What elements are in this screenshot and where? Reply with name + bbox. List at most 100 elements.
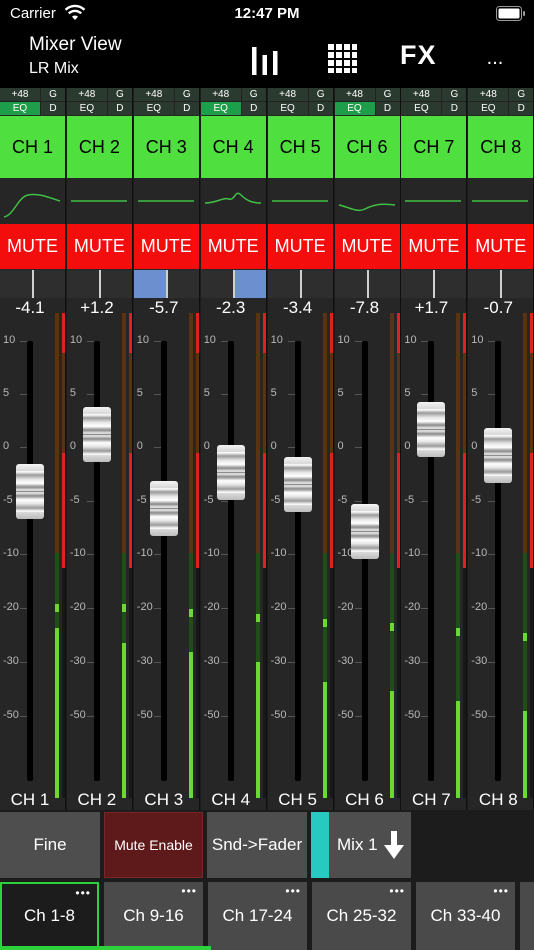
bank-tab-3[interactable]: Ch 17-24 ••• <box>208 882 307 950</box>
pan-control[interactable] <box>133 270 199 298</box>
channel-name-button[interactable]: CH 1 <box>0 116 65 178</box>
mute-button[interactable]: MUTE <box>200 224 266 269</box>
pan-control[interactable] <box>468 270 534 298</box>
gate-toggle[interactable]: G <box>442 88 467 101</box>
mute-button[interactable]: MUTE <box>334 224 400 269</box>
gate-toggle[interactable]: G <box>241 88 266 101</box>
grid-view-button[interactable] <box>324 38 360 78</box>
fader-knob[interactable] <box>417 401 446 457</box>
pan-control[interactable] <box>66 270 132 298</box>
pan-control[interactable] <box>0 270 65 298</box>
dynamics-toggle[interactable]: D <box>107 102 132 115</box>
channel-name-button[interactable]: CH 4 <box>200 116 266 178</box>
eq-curve-preview[interactable] <box>200 179 266 223</box>
gate-toggle[interactable]: G <box>107 88 132 101</box>
level-meter-right <box>62 313 66 798</box>
eq-curve <box>3 193 61 218</box>
pan-control[interactable] <box>200 270 266 298</box>
bank-options-icon[interactable]: ••• <box>75 886 91 900</box>
dynamics-toggle[interactable]: D <box>41 102 65 115</box>
scale-tick <box>287 341 295 342</box>
fader-knob[interactable] <box>484 427 513 483</box>
mute-button[interactable]: MUTE <box>133 224 199 269</box>
bank-options-icon[interactable]: ••• <box>181 884 197 898</box>
fader-knob[interactable] <box>350 503 379 559</box>
scale-tick <box>354 716 362 717</box>
scale-tick <box>153 447 161 448</box>
fader-knob[interactable] <box>16 464 44 520</box>
dynamics-toggle[interactable]: D <box>509 102 534 115</box>
channel-name-button[interactable]: CH 2 <box>66 116 132 178</box>
bank-tab-4[interactable]: Ch 25-32 ••• <box>312 882 411 950</box>
mute-button[interactable]: MUTE <box>267 224 333 269</box>
eq-toggle[interactable]: EQ <box>334 102 375 115</box>
gate-toggle[interactable]: G <box>308 88 333 101</box>
mute-button[interactable]: MUTE <box>468 224 534 269</box>
pan-control[interactable] <box>401 270 467 298</box>
mute-button[interactable]: MUTE <box>0 224 65 269</box>
gate-toggle[interactable]: G <box>41 88 65 101</box>
channel-name-button[interactable]: CH 3 <box>133 116 199 178</box>
bank-options-icon[interactable]: ••• <box>389 884 405 898</box>
eq-curve-preview[interactable] <box>133 179 199 223</box>
channel-name-button[interactable]: CH 8 <box>468 116 534 178</box>
channel-name-button[interactable]: CH 7 <box>401 116 467 178</box>
eq-toggle[interactable]: EQ <box>468 102 509 115</box>
eq-curve-preview[interactable] <box>0 179 65 223</box>
eq-toggle[interactable]: EQ <box>0 102 40 115</box>
phantom-48-toggle[interactable]: +48 <box>401 88 442 101</box>
pan-control[interactable] <box>334 270 400 298</box>
mute-button[interactable]: MUTE <box>401 224 467 269</box>
phantom-48-toggle[interactable]: +48 <box>0 88 40 101</box>
mixer-view-button[interactable] <box>248 38 282 78</box>
bank-options-icon[interactable]: ••• <box>285 884 301 898</box>
gate-toggle[interactable]: G <box>509 88 534 101</box>
dynamics-toggle[interactable]: D <box>375 102 400 115</box>
eq-curve-preview[interactable] <box>401 179 467 223</box>
eq-curve-preview[interactable] <box>66 179 132 223</box>
dynamics-toggle[interactable]: D <box>174 102 199 115</box>
bank-options-icon[interactable]: ••• <box>493 884 509 898</box>
scale-label: 10 <box>471 334 484 346</box>
eq-toggle[interactable]: EQ <box>200 102 241 115</box>
gate-toggle[interactable]: G <box>375 88 400 101</box>
fx-button[interactable]: FX <box>400 40 437 71</box>
phantom-48-toggle[interactable]: +48 <box>334 88 375 101</box>
mute-button[interactable]: MUTE <box>66 224 132 269</box>
fine-button[interactable]: Fine <box>0 812 100 878</box>
bank-tab-5[interactable]: Ch 33-40 ••• <box>416 882 515 950</box>
scale-label: -20 <box>69 601 86 613</box>
dynamics-toggle[interactable]: D <box>308 102 333 115</box>
bank-tab-1[interactable]: Ch 1-8 ••• <box>0 882 99 950</box>
channel-name-button[interactable]: CH 5 <box>267 116 333 178</box>
eq-toggle[interactable]: EQ <box>267 102 308 115</box>
phantom-48-toggle[interactable]: +48 <box>200 88 241 101</box>
phantom-48-toggle[interactable]: +48 <box>468 88 509 101</box>
eq-curve-preview[interactable] <box>267 179 333 223</box>
more-button[interactable]: ... <box>478 38 512 78</box>
eq-toggle[interactable]: EQ <box>401 102 442 115</box>
fader-knob[interactable] <box>283 456 312 512</box>
fader-knob[interactable] <box>216 444 245 500</box>
eq-curve-preview[interactable] <box>468 179 534 223</box>
dynamics-toggle[interactable]: D <box>442 102 467 115</box>
gate-toggle[interactable]: G <box>174 88 199 101</box>
pan-control[interactable] <box>267 270 333 298</box>
scale-tick <box>86 554 94 555</box>
mute-enable-button[interactable]: Mute Enable <box>104 812 203 878</box>
channel-name-button[interactable]: CH 6 <box>334 116 400 178</box>
eq-curve-preview[interactable] <box>334 179 400 223</box>
phantom-48-toggle[interactable]: +48 <box>66 88 107 101</box>
dynamics-toggle[interactable]: D <box>241 102 266 115</box>
channel-strip-4: +48 G EQ D CH 4 MUTE -2.3 10 5 0 -5 -10 … <box>200 88 267 810</box>
bank-tab-overflow[interactable] <box>520 882 534 950</box>
bank-tab-2[interactable]: Ch 9-16 ••• <box>104 882 203 950</box>
fader-knob[interactable] <box>149 481 178 537</box>
phantom-48-toggle[interactable]: +48 <box>133 88 174 101</box>
phantom-48-toggle[interactable]: +48 <box>267 88 308 101</box>
mix-select-button[interactable]: Mix 1 <box>311 812 411 878</box>
fader-knob[interactable] <box>82 407 111 463</box>
eq-toggle[interactable]: EQ <box>133 102 174 115</box>
send-to-fader-button[interactable]: Snd->Fader <box>207 812 307 878</box>
eq-toggle[interactable]: EQ <box>66 102 107 115</box>
